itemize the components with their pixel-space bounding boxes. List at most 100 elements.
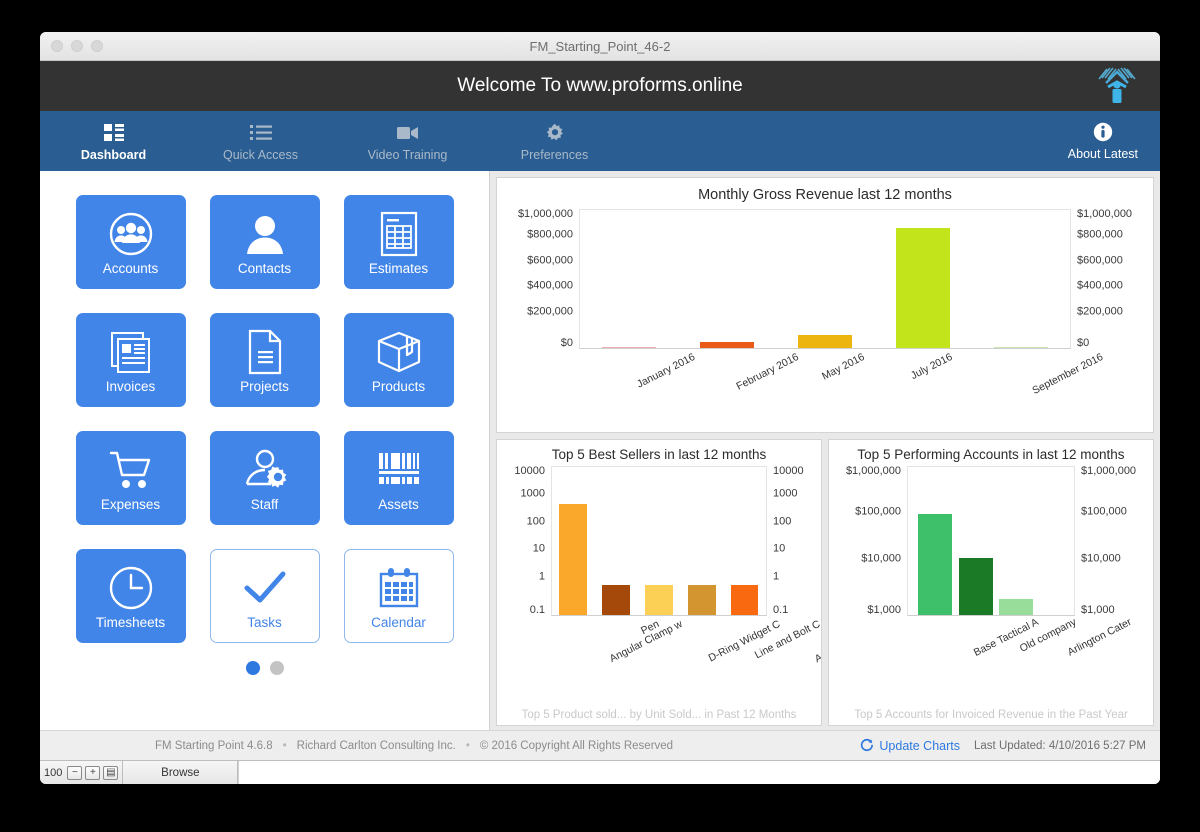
- pagination-dots: [245, 661, 284, 675]
- tile-label: Assets: [378, 496, 419, 512]
- x-axis-labels: January 2016 February 2016 May 2016 July…: [579, 349, 1105, 401]
- tile-estimates[interactable]: Estimates: [343, 195, 454, 289]
- mode-selector[interactable]: Browse: [123, 761, 239, 784]
- tile-timesheets[interactable]: Timesheets: [75, 549, 186, 643]
- tile-staff[interactable]: Staff: [209, 431, 320, 525]
- nav-item-about-latest[interactable]: About Latest: [1068, 121, 1138, 161]
- tile-accounts[interactable]: Accounts: [75, 195, 186, 289]
- plot-area: [551, 466, 767, 616]
- y-tick: $100,000: [855, 505, 901, 518]
- zoom-controls: 100 − + ▤: [40, 761, 124, 784]
- window-titlebar: FM_Starting_Point_46-2: [40, 32, 1160, 61]
- nav-label: Dashboard: [80, 148, 147, 162]
- tile-label: Staff: [250, 496, 279, 512]
- bar-base-tactical-a[interactable]: [917, 514, 953, 615]
- nav-label: Quick Access: [222, 148, 299, 162]
- y-axis-left-labels: $1,000,000 $100,000 $10,000 $1,000: [835, 466, 907, 616]
- y-tick: $100,000: [1081, 505, 1127, 518]
- y-tick: $600,000: [527, 254, 573, 267]
- y-tick: $1,000,000: [517, 208, 573, 220]
- footer-version: FM Starting Point 4.6.8: [155, 739, 273, 752]
- bar-asymmetrical-mo[interactable]: [730, 585, 759, 615]
- footer-credits: FM Starting Point 4.6.8 • Richard Carlto…: [155, 740, 673, 752]
- y-tick: $1,000: [867, 603, 901, 616]
- chart-footnote: Top 5 Accounts for Invoiced Revenue in t…: [854, 709, 1128, 721]
- footer-copyright: © 2016 Copyright All Rights Reserved: [479, 739, 674, 752]
- window-title: FM_Starting_Point_46-2: [529, 38, 671, 54]
- window-toggle-icon[interactable]: ▤: [103, 765, 119, 780]
- zoom-in-icon[interactable]: +: [85, 765, 101, 780]
- y-tick: $0: [560, 336, 573, 349]
- tile-label: Estimates: [368, 260, 429, 276]
- y-tick: $1,000: [1081, 603, 1115, 616]
- tile-assets[interactable]: Assets: [343, 431, 454, 525]
- bar-arlington-cater[interactable]: [999, 598, 1034, 615]
- footer-company: Richard Carlton Consulting Inc.: [296, 739, 456, 752]
- chart-card-top-5-performing-accounts: Top 5 Performing Accounts in last 12 mon…: [828, 439, 1154, 726]
- y-tick: 100: [773, 515, 792, 528]
- tile-label: Invoices: [105, 378, 156, 394]
- bar-angular-clamp-w[interactable]: [559, 504, 588, 615]
- y-tick: 10: [532, 542, 545, 555]
- bar-may-2016[interactable]: [798, 334, 852, 348]
- pagination-dot-1[interactable]: [245, 661, 260, 675]
- last-updated-text: Last Updated: 4/10/2016 5:27 PM: [974, 739, 1146, 752]
- people-circle-icon: [108, 209, 154, 259]
- footer-separator: •: [282, 739, 287, 752]
- tile-label: Timesheets: [95, 614, 166, 630]
- y-tick: $1,000,000: [1077, 208, 1133, 220]
- y-tick: 1000: [773, 487, 798, 500]
- y-tick: 1000: [520, 487, 545, 500]
- bar-february-2016[interactable]: [700, 342, 754, 348]
- shopping-cart-icon: [108, 445, 154, 495]
- nav-item-quick-access[interactable]: Quick Access: [187, 120, 334, 162]
- tile-expenses[interactable]: Expenses: [75, 431, 186, 525]
- tile-projects[interactable]: Projects: [209, 313, 320, 407]
- bar-september-2016[interactable]: [994, 347, 1048, 348]
- nav-item-dashboard[interactable]: Dashboard: [40, 120, 187, 162]
- bar-july-2016[interactable]: [896, 227, 950, 348]
- y-axis-right-labels: $1,000,000 $800,000 $600,000 $400,000 $2…: [1071, 209, 1149, 349]
- update-charts-button[interactable]: Update Charts: [859, 737, 960, 755]
- nav-item-video-training[interactable]: Video Training: [334, 120, 481, 162]
- bar-pen[interactable]: [602, 585, 631, 615]
- chart-card-top-5-best-sellers: Top 5 Best Sellers in last 12 months 100…: [496, 439, 822, 726]
- y-tick: $1,000,000: [1081, 465, 1137, 477]
- y-tick: 1: [538, 570, 545, 583]
- chart-card-monthly-gross-revenue: Monthly Gross Revenue last 12 months $1,…: [496, 177, 1154, 433]
- bar-january-2016[interactable]: [602, 346, 656, 348]
- welcome-text: Welcome To www.proforms.online: [457, 75, 743, 96]
- status-bar-filler: [238, 761, 1160, 784]
- bar-old-company[interactable]: [958, 558, 993, 615]
- nav-label: About Latest: [1067, 147, 1138, 161]
- footer-separator: •: [465, 739, 470, 752]
- barcode-icon: [376, 445, 422, 495]
- plot-area: [579, 209, 1071, 349]
- y-tick: 100: [526, 515, 545, 528]
- bar-line-and-bolt-c[interactable]: [687, 585, 716, 615]
- y-axis-right-labels: 10000 1000 100 10 1 0.1: [767, 466, 815, 616]
- tile-label: Contacts: [237, 260, 292, 276]
- clock-icon: [108, 563, 154, 613]
- zoom-out-icon[interactable]: −: [67, 765, 83, 780]
- tile-tasks[interactable]: Tasks: [209, 549, 320, 643]
- bars-group: [908, 467, 1074, 615]
- info-icon: [1093, 121, 1113, 143]
- x-tick: May 2016: [820, 351, 867, 383]
- tile-calendar[interactable]: Calendar: [343, 549, 454, 643]
- plot-area: [907, 466, 1075, 616]
- tile-contacts[interactable]: Contacts: [209, 195, 320, 289]
- bars-group: [580, 210, 1070, 348]
- pagination-dot-2[interactable]: [269, 661, 284, 675]
- tile-products[interactable]: Products: [343, 313, 454, 407]
- module-tile-grid: Accounts Contacts Estimates Invoices Pro…: [75, 195, 454, 643]
- y-axis-left-labels: 10000 1000 100 10 1 0.1: [503, 466, 551, 616]
- tile-invoices[interactable]: Invoices: [75, 313, 186, 407]
- y-tick: $10,000: [861, 552, 901, 565]
- application-window: FM_Starting_Point_46-2 Welcome To www.pr…: [40, 32, 1160, 784]
- bar-d-ring-widget-c[interactable]: [645, 585, 673, 615]
- grid-icon: [103, 122, 125, 144]
- status-bar: 100 − + ▤ Browse: [40, 760, 1160, 784]
- check-icon: [242, 563, 288, 613]
- nav-item-preferences[interactable]: Preferences: [481, 120, 628, 162]
